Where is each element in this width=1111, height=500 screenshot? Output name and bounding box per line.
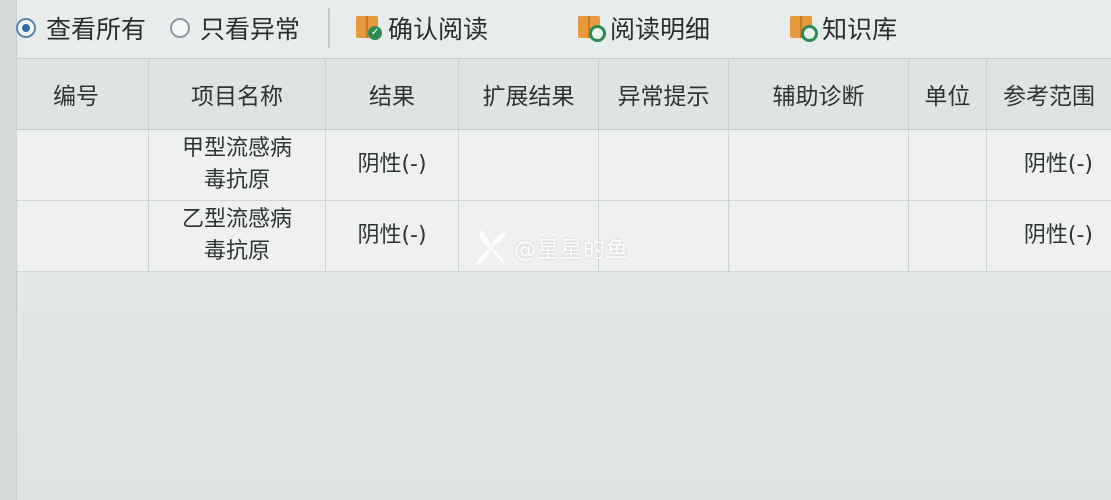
view-abnormal-radio[interactable]: 只看异常 xyxy=(170,10,300,46)
cell-number xyxy=(16,200,149,272)
confirm-read-button[interactable]: ✓ 确认阅读 xyxy=(356,10,488,46)
knowledge-base-button[interactable]: 知识库 xyxy=(790,10,897,46)
cell-result: 阴性(-) xyxy=(325,200,459,272)
radio-unselected-icon xyxy=(170,18,191,38)
toolbar-divider xyxy=(328,8,331,48)
column-header-auxiliary-diagnosis[interactable]: 辅助诊断 xyxy=(728,58,909,130)
watermark-text: @星星的鱼 xyxy=(514,238,630,263)
cell-auxiliary-diagnosis xyxy=(728,200,909,272)
view-all-radio[interactable]: 查看所有 xyxy=(16,10,146,46)
cell-unit xyxy=(908,129,987,201)
cell-extended-result xyxy=(458,129,599,201)
column-header-extended-result[interactable]: 扩展结果 xyxy=(458,58,599,130)
toolbar: 查看所有 只看异常 ✓ 确认阅读 阅读明细 知识库 xyxy=(16,0,1111,56)
confirm-read-label: 确认阅读 xyxy=(388,15,489,44)
column-header-number[interactable]: 编号 xyxy=(16,58,149,130)
window-left-edge xyxy=(0,0,17,500)
read-detail-button[interactable]: 阅读明细 xyxy=(578,10,710,46)
table-header-row: 编号 项目名称 结果 扩展结果 异常提示 辅助诊断 单位 参考范围 xyxy=(16,58,1111,130)
column-header-result[interactable]: 结果 xyxy=(325,58,459,130)
cell-item-name: 甲型流感病 毒抗原 xyxy=(148,129,326,201)
cell-unit xyxy=(908,200,987,272)
cell-result: 阴性(-) xyxy=(325,129,459,201)
book-search-icon xyxy=(790,14,819,42)
read-detail-label: 阅读明细 xyxy=(610,15,711,44)
view-all-label: 查看所有 xyxy=(46,15,147,44)
radio-selected-icon xyxy=(16,18,36,38)
item-name-line: 毒抗原 xyxy=(203,168,270,193)
cell-reference-range: 阴性(-) xyxy=(986,200,1111,272)
cell-reference-range: 阴性(-) xyxy=(986,129,1111,201)
column-header-abnormal-hint[interactable]: 异常提示 xyxy=(598,58,729,130)
leaf-icon xyxy=(476,230,506,265)
watermark: @星星的鱼 xyxy=(470,228,629,268)
table-row[interactable]: 甲型流感病 毒抗原 阴性(-) 阴性(-) xyxy=(16,129,1111,201)
item-name-line: 毒抗原 xyxy=(203,239,270,264)
book-search-icon xyxy=(578,14,607,42)
view-abnormal-label: 只看异常 xyxy=(200,15,301,44)
item-name-line: 乙型流感病 xyxy=(181,207,292,232)
item-name-line: 甲型流感病 xyxy=(181,136,292,161)
column-header-unit[interactable]: 单位 xyxy=(908,58,987,130)
cell-auxiliary-diagnosis xyxy=(728,129,909,201)
cell-abnormal-hint xyxy=(598,129,729,201)
column-header-item-name[interactable]: 项目名称 xyxy=(148,58,326,130)
column-header-reference-range[interactable]: 参考范围 xyxy=(986,58,1111,130)
cell-number xyxy=(16,129,149,201)
book-check-icon: ✓ xyxy=(356,14,383,42)
knowledge-base-label: 知识库 xyxy=(822,15,898,44)
cell-item-name: 乙型流感病 毒抗原 xyxy=(148,200,326,272)
